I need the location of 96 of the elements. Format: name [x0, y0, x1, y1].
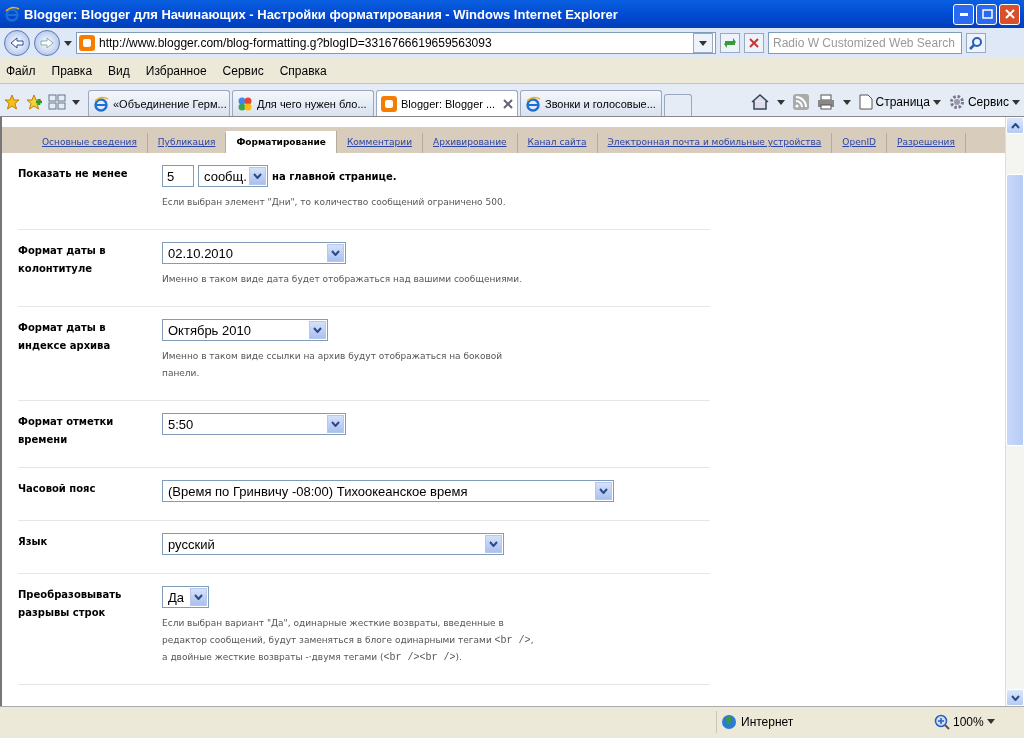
page-menu-button[interactable]: Страница [858, 94, 941, 110]
menu-item[interactable]: Вид [108, 63, 130, 78]
blogger-logo-icon [381, 95, 397, 112]
maximize-icon [979, 7, 994, 21]
caret-down-icon [699, 40, 707, 46]
settings-tab[interactable]: Разрешения [886, 133, 966, 153]
caret-down-icon [932, 99, 941, 105]
caret-down-icon [986, 719, 995, 724]
browser-tab[interactable]: Для чего нужен бло... [232, 90, 374, 116]
forward-arrow-icon [40, 37, 54, 49]
settings-tab[interactable]: Электронная почта и мобильные устройства [597, 133, 833, 153]
settings-tab[interactable]: Комментарии [336, 133, 423, 153]
browser-tab[interactable]: Blogger: Blogger ... [376, 90, 518, 116]
scroll-down-icon [1010, 694, 1020, 701]
tools-menu-button[interactable]: Сервис [948, 94, 1020, 110]
home-caret-icon [776, 99, 785, 105]
security-zone-text: Интернет [741, 714, 794, 729]
setting-label: Язык [18, 535, 49, 549]
add-favorite-icon [26, 94, 42, 110]
help-text: Именно в таком виде ссылки на архив будут отображаться на боковой панели. [162, 350, 504, 380]
chevron-down-icon [313, 327, 322, 333]
menu-item[interactable]: Файл [6, 63, 36, 78]
chevron-down-icon [194, 594, 203, 600]
ie-logo-icon [525, 95, 541, 112]
minimize-button[interactable] [953, 3, 974, 25]
browser-tab[interactable]: Звонки и голосовые... [520, 90, 662, 116]
close-button[interactable] [999, 3, 1020, 25]
back-arrow-icon [10, 37, 24, 49]
print-caret-icon [842, 99, 851, 105]
chevron-down-icon [253, 173, 262, 179]
chevron-down-icon [331, 421, 340, 427]
dropdown[interactable]: (Время по Гринвичу -08:00) Тихоокеанское время [162, 480, 614, 502]
star-icon [4, 94, 20, 110]
search-icon [969, 36, 983, 50]
forward-button[interactable] [34, 30, 60, 56]
help-text: Именно в таком виде дата будет отображаться над вашими сообщениями. [162, 273, 524, 286]
address-field[interactable]: http://www.blogger.com/blog-formatting.g?blogID=3316766619659563093 [76, 32, 716, 54]
settings-tab[interactable]: OpenID [832, 133, 887, 153]
printer-icon [816, 94, 835, 110]
settings-tab[interactable]: Основные сведения [32, 133, 148, 153]
zoom-in-icon [934, 713, 950, 730]
setting-label: Показать не менее [18, 167, 129, 181]
search-field[interactable]: Radio W Customized Web Search [768, 32, 962, 54]
stop-button[interactable] [744, 33, 764, 53]
setting-label: Преобразовывать разрывы строк [18, 588, 123, 620]
ie-logo-icon [93, 95, 109, 112]
settings-tab[interactable]: Архивирование [423, 133, 518, 153]
setting-label: Часовой пояс [18, 482, 97, 496]
stop-x-icon [749, 38, 759, 48]
dropdown[interactable]: сообщ. [198, 165, 268, 187]
dropdown[interactable]: 5:50 [162, 413, 346, 435]
setting-label: Формат даты в колонтитуле [18, 244, 107, 276]
chevron-down-icon [599, 488, 608, 494]
chevron-down-icon [331, 250, 340, 256]
globe-icon [721, 713, 737, 730]
ie-logo-icon [4, 6, 20, 22]
settings-tab[interactable]: Канал сайта [517, 133, 598, 153]
close-tab-icon [503, 98, 513, 109]
blogger-logo-icon [79, 35, 95, 51]
caret-down-icon [1012, 99, 1020, 105]
tab-grid-icon [48, 94, 66, 110]
number-field[interactable]: 5 [162, 165, 194, 187]
minimize-icon [959, 12, 968, 16]
page-icon [858, 94, 873, 110]
chevron-down-icon [489, 541, 498, 547]
suffix-text: на главной странице. [272, 170, 397, 182]
tab-list-caret-icon [72, 99, 80, 105]
search-button[interactable] [966, 33, 986, 53]
maximize-button[interactable] [976, 3, 997, 25]
menu-item[interactable]: Избранное [145, 63, 207, 78]
home-icon [750, 94, 769, 110]
address-dropdown-button[interactable] [693, 33, 713, 53]
history-caret-icon [64, 40, 72, 46]
dropdown[interactable]: русский [162, 533, 504, 555]
settings-icon [948, 94, 965, 110]
menu-item[interactable]: Правка [51, 63, 93, 78]
scroll-up-icon [1010, 122, 1020, 129]
rss-feed-icon [792, 94, 809, 110]
settings-tab[interactable]: Форматирование [226, 131, 337, 153]
window-title: Blogger: Blogger для Начинающих - Настройки форматирования - Windows Internet Explorer [24, 6, 619, 22]
help-text: Если выбран элемент "Дни", то количество сообщений ограничено 500. [162, 196, 507, 209]
google-logo-icon [237, 95, 253, 112]
setting-label: Формат отметки времени [18, 415, 115, 447]
refresh-button[interactable] [720, 33, 740, 53]
menu-item[interactable]: Сервис [222, 63, 264, 78]
help-text: Если выбран вариант "Да", одинарные жесткие возвраты, введенные в редактор сообщений, будут заменяться в блоге одинарными тегами <br />, а двойные жесткие возвраты -·двумя тегами (<br /><br />). [162, 617, 534, 665]
setting-label: Формат даты в индексе архива [18, 321, 112, 353]
back-button[interactable] [4, 30, 30, 56]
refresh-arrows-icon [723, 36, 737, 50]
dropdown[interactable]: Да [162, 586, 209, 608]
close-icon [1002, 7, 1017, 21]
browser-tab[interactable]: «Объединение Герм... [88, 90, 230, 116]
dropdown[interactable]: Октябрь 2010 [162, 319, 328, 341]
zoom-level-button[interactable]: 100% [934, 713, 995, 730]
menu-item[interactable]: Справка [279, 63, 327, 78]
dropdown[interactable]: 02.10.2010 [162, 242, 346, 264]
